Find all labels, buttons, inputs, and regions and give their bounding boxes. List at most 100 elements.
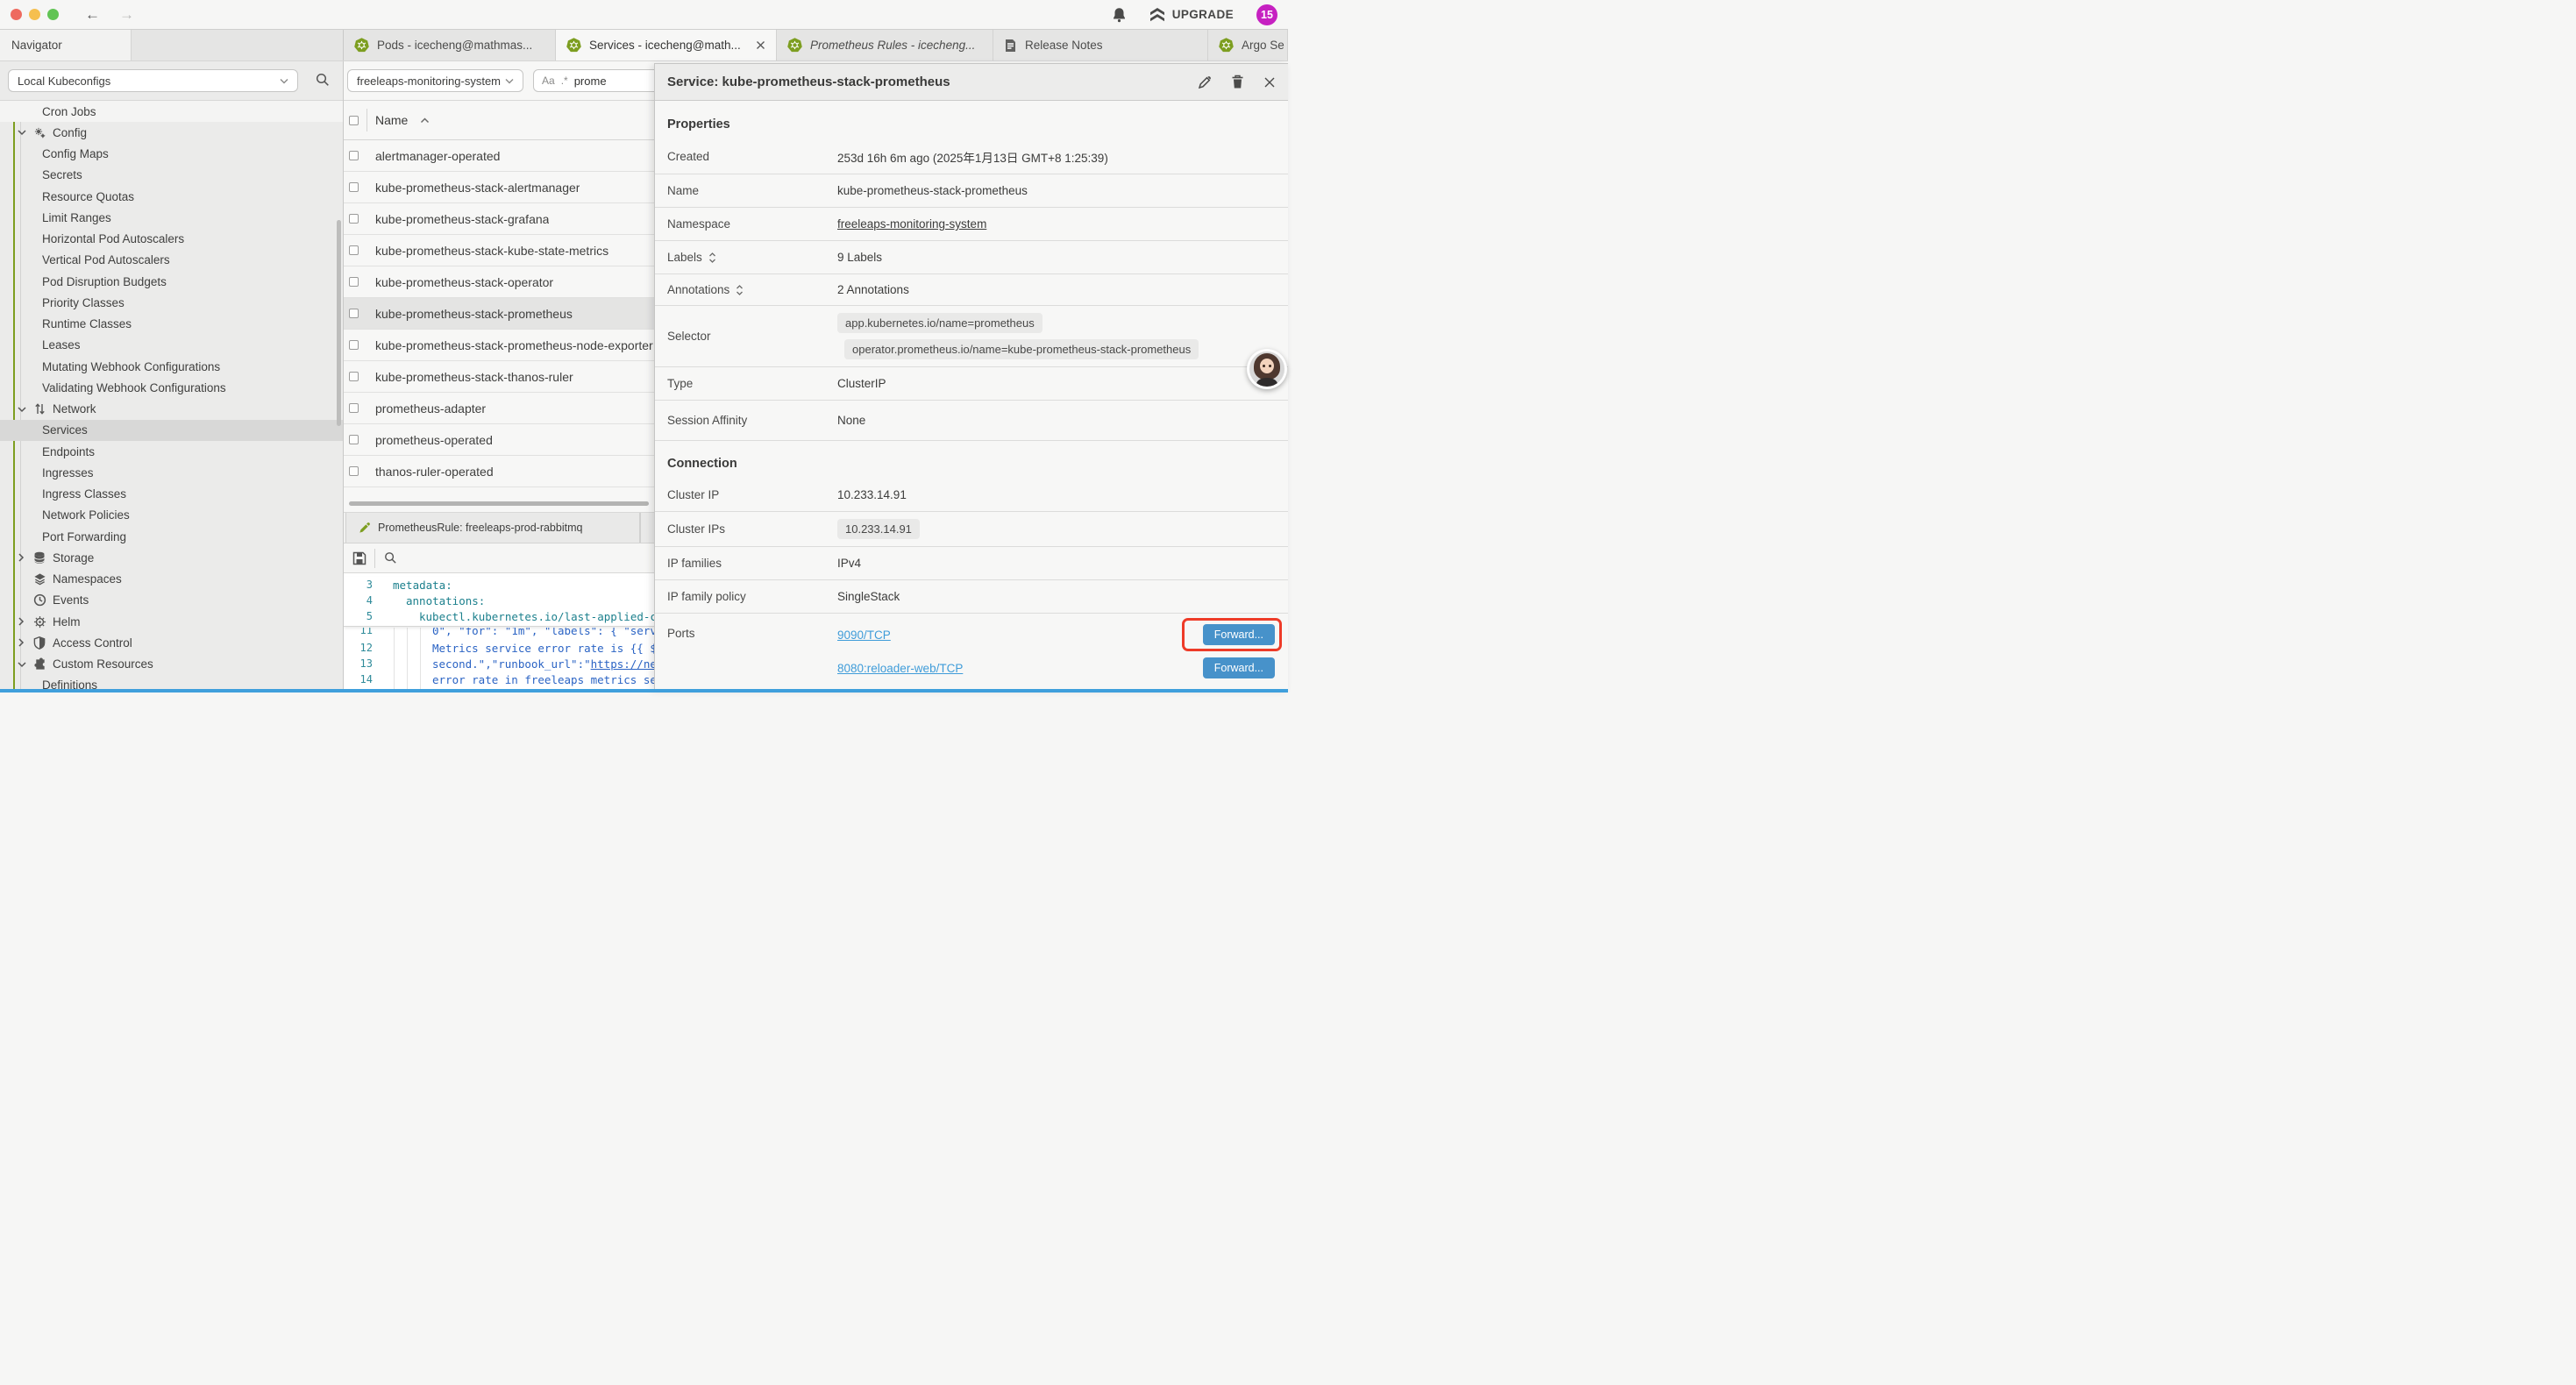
select-all-checkbox[interactable] xyxy=(349,116,359,125)
row-checkbox[interactable] xyxy=(349,245,359,255)
tab-prometheus-rules[interactable]: Prometheus Rules - icecheng... xyxy=(777,30,993,60)
sidebar-group-config[interactable]: Config xyxy=(0,122,343,143)
chevron-right-icon[interactable] xyxy=(18,638,26,647)
sidebar-item-config-maps[interactable]: Config Maps xyxy=(0,144,343,165)
namespace-filter-select[interactable]: freeleaps-monitoring-system xyxy=(347,69,523,92)
upgrade-button[interactable]: UPGRADE xyxy=(1149,8,1234,22)
sidebar-item-pod-disruption-budgets[interactable]: Pod Disruption Budgets xyxy=(0,271,343,292)
row-checkbox[interactable] xyxy=(349,277,359,287)
sidebar-group-access-control[interactable]: Access Control xyxy=(0,632,343,653)
table-row[interactable]: kube-prometheus-stack-thanos-ruler xyxy=(344,361,654,393)
row-checkbox[interactable] xyxy=(349,466,359,476)
row-checkbox[interactable] xyxy=(349,340,359,350)
sidebar-item-services[interactable]: Services xyxy=(0,420,343,441)
table-row[interactable]: thanos-ruler-operated xyxy=(344,456,654,487)
window-close-button[interactable] xyxy=(11,9,22,20)
table-row[interactable]: kube-prometheus-stack-prometheus-node-ex… xyxy=(344,330,654,361)
table-row-selected[interactable]: kube-prometheus-stack-prometheus xyxy=(344,298,654,330)
annotations-value[interactable]: 2 Annotations xyxy=(837,283,909,296)
sidebar-item-mutating-webhook-configurations[interactable]: Mutating Webhook Configurations xyxy=(0,356,343,377)
sidebar-item-priority-classes[interactable]: Priority Classes xyxy=(0,292,343,313)
sidebar-group-helm[interactable]: Helm xyxy=(0,611,343,632)
forward-button-8080[interactable]: Forward... xyxy=(1203,657,1275,678)
table-row[interactable]: prometheus-adapter xyxy=(344,393,654,424)
tab-services[interactable]: Services - icecheng@math... xyxy=(556,30,777,60)
window-minimize-button[interactable] xyxy=(29,9,40,20)
row-checkbox[interactable] xyxy=(349,435,359,444)
tab-release-notes[interactable]: Release Notes xyxy=(993,30,1208,60)
chevron-down-icon[interactable] xyxy=(18,406,26,413)
table-row[interactable]: kube-prometheus-stack-alertmanager xyxy=(344,172,654,203)
code-link[interactable]: https://netop xyxy=(591,657,654,671)
sidebar-group-storage[interactable]: Storage xyxy=(0,547,343,568)
namespace-link[interactable]: freeleaps-monitoring-system xyxy=(837,217,986,231)
sidebar-item-horizontal-pod-autoscalers[interactable]: Horizontal Pod Autoscalers xyxy=(0,229,343,250)
sidebar-item-network-policies[interactable]: Network Policies xyxy=(0,505,343,526)
yaml-editor[interactable]: 3metadata: 4annotations: 5kubectl.kubern… xyxy=(344,573,654,689)
table-row[interactable]: kube-prometheus-stack-operator xyxy=(344,266,654,298)
sidebar-scrollbar[interactable] xyxy=(337,220,341,426)
name-column-header[interactable]: Name xyxy=(375,113,408,127)
editor-tab-prometheusrule[interactable]: PrometheusRule: freeleaps-prod-rabbitmq xyxy=(345,513,640,543)
expand-updown-icon[interactable] xyxy=(708,252,716,263)
port-link-8080[interactable]: 8080:reloader-web/TCP xyxy=(837,662,963,675)
sidebar-item-secrets[interactable]: Secrets xyxy=(0,165,343,186)
row-checkbox[interactable] xyxy=(349,403,359,413)
sidebar-item-ingresses[interactable]: Ingresses xyxy=(0,462,343,483)
port-link-9090[interactable]: 9090/TCP xyxy=(837,629,891,642)
sidebar-item-leases[interactable]: Leases xyxy=(0,335,343,356)
tab-close-icon[interactable] xyxy=(756,40,765,50)
sidebar-item-events[interactable]: Events xyxy=(0,590,343,611)
chevron-right-icon[interactable] xyxy=(18,553,26,562)
sidebar-search-icon[interactable] xyxy=(316,73,330,87)
notification-count-badge[interactable]: 15 xyxy=(1256,4,1277,25)
tab-pods[interactable]: Pods - icecheng@mathmas... xyxy=(344,30,556,60)
chevron-down-icon[interactable] xyxy=(18,661,26,668)
sidebar-item-validating-webhook-configurations[interactable]: Validating Webhook Configurations xyxy=(0,377,343,398)
horizontal-scrollbar[interactable] xyxy=(349,501,649,506)
sidebar-item-resource-quotas[interactable]: Resource Quotas xyxy=(0,186,343,207)
avatar[interactable] xyxy=(1247,349,1287,389)
list-search-input[interactable]: Aa .* prome xyxy=(533,69,654,92)
sidebar-item-limit-ranges[interactable]: Limit Ranges xyxy=(0,207,343,228)
table-row[interactable]: kube-prometheus-stack-grafana xyxy=(344,203,654,235)
row-checkbox[interactable] xyxy=(349,151,359,160)
back-arrow-icon[interactable]: ← xyxy=(85,7,100,22)
sidebar-item-namespaces[interactable]: Namespaces xyxy=(0,569,343,590)
row-checkbox[interactable] xyxy=(349,372,359,381)
close-icon[interactable] xyxy=(1263,76,1276,89)
forward-button-9090[interactable]: Forward... xyxy=(1203,624,1275,645)
row-checkbox[interactable] xyxy=(349,309,359,318)
window-zoom-button[interactable] xyxy=(47,9,59,20)
kubeconfig-select[interactable]: Local Kubeconfigs xyxy=(8,69,298,92)
chevron-down-icon[interactable] xyxy=(18,129,26,136)
sidebar-item-ingress-classes[interactable]: Ingress Classes xyxy=(0,484,343,505)
sidebar-group-custom-resources[interactable]: Custom Resources xyxy=(0,654,343,675)
table-row[interactable]: kube-prometheus-stack-kube-state-metrics xyxy=(344,235,654,266)
tab-navigator[interactable]: Navigator xyxy=(0,30,132,60)
delete-trash-icon[interactable] xyxy=(1231,75,1244,89)
expand-updown-icon[interactable] xyxy=(736,285,744,295)
sidebar-group-network[interactable]: Network xyxy=(0,399,343,420)
row-checkbox[interactable] xyxy=(349,214,359,224)
forward-arrow-icon[interactable]: → xyxy=(119,7,134,22)
table-row[interactable]: alertmanager-operated xyxy=(344,140,654,172)
sidebar-item-cron-jobs[interactable]: Cron Jobs xyxy=(0,101,343,122)
chevron-right-icon[interactable] xyxy=(18,617,26,626)
sort-ascending-icon[interactable] xyxy=(420,117,430,124)
table-row[interactable]: prometheus-operated xyxy=(344,424,654,456)
row-checkbox[interactable] xyxy=(349,182,359,192)
editor-search-icon[interactable] xyxy=(384,551,397,565)
sidebar-item-runtime-classes[interactable]: Runtime Classes xyxy=(0,314,343,335)
regex-toggle[interactable]: .* xyxy=(561,75,568,87)
labels-value[interactable]: 9 Labels xyxy=(837,251,882,264)
tab-argo[interactable]: Argo Se xyxy=(1208,30,1288,60)
sidebar-item-port-forwarding[interactable]: Port Forwarding xyxy=(0,526,343,547)
match-case-toggle[interactable]: Aa xyxy=(542,75,555,87)
sidebar-item-vertical-pod-autoscalers[interactable]: Vertical Pod Autoscalers xyxy=(0,250,343,271)
save-icon[interactable] xyxy=(352,551,366,565)
editor-tab-partial[interactable] xyxy=(640,513,654,543)
sidebar-item-definitions[interactable]: Definitions xyxy=(0,675,343,689)
notifications-bell-icon[interactable] xyxy=(1112,7,1127,23)
sidebar-item-endpoints[interactable]: Endpoints xyxy=(0,441,343,462)
